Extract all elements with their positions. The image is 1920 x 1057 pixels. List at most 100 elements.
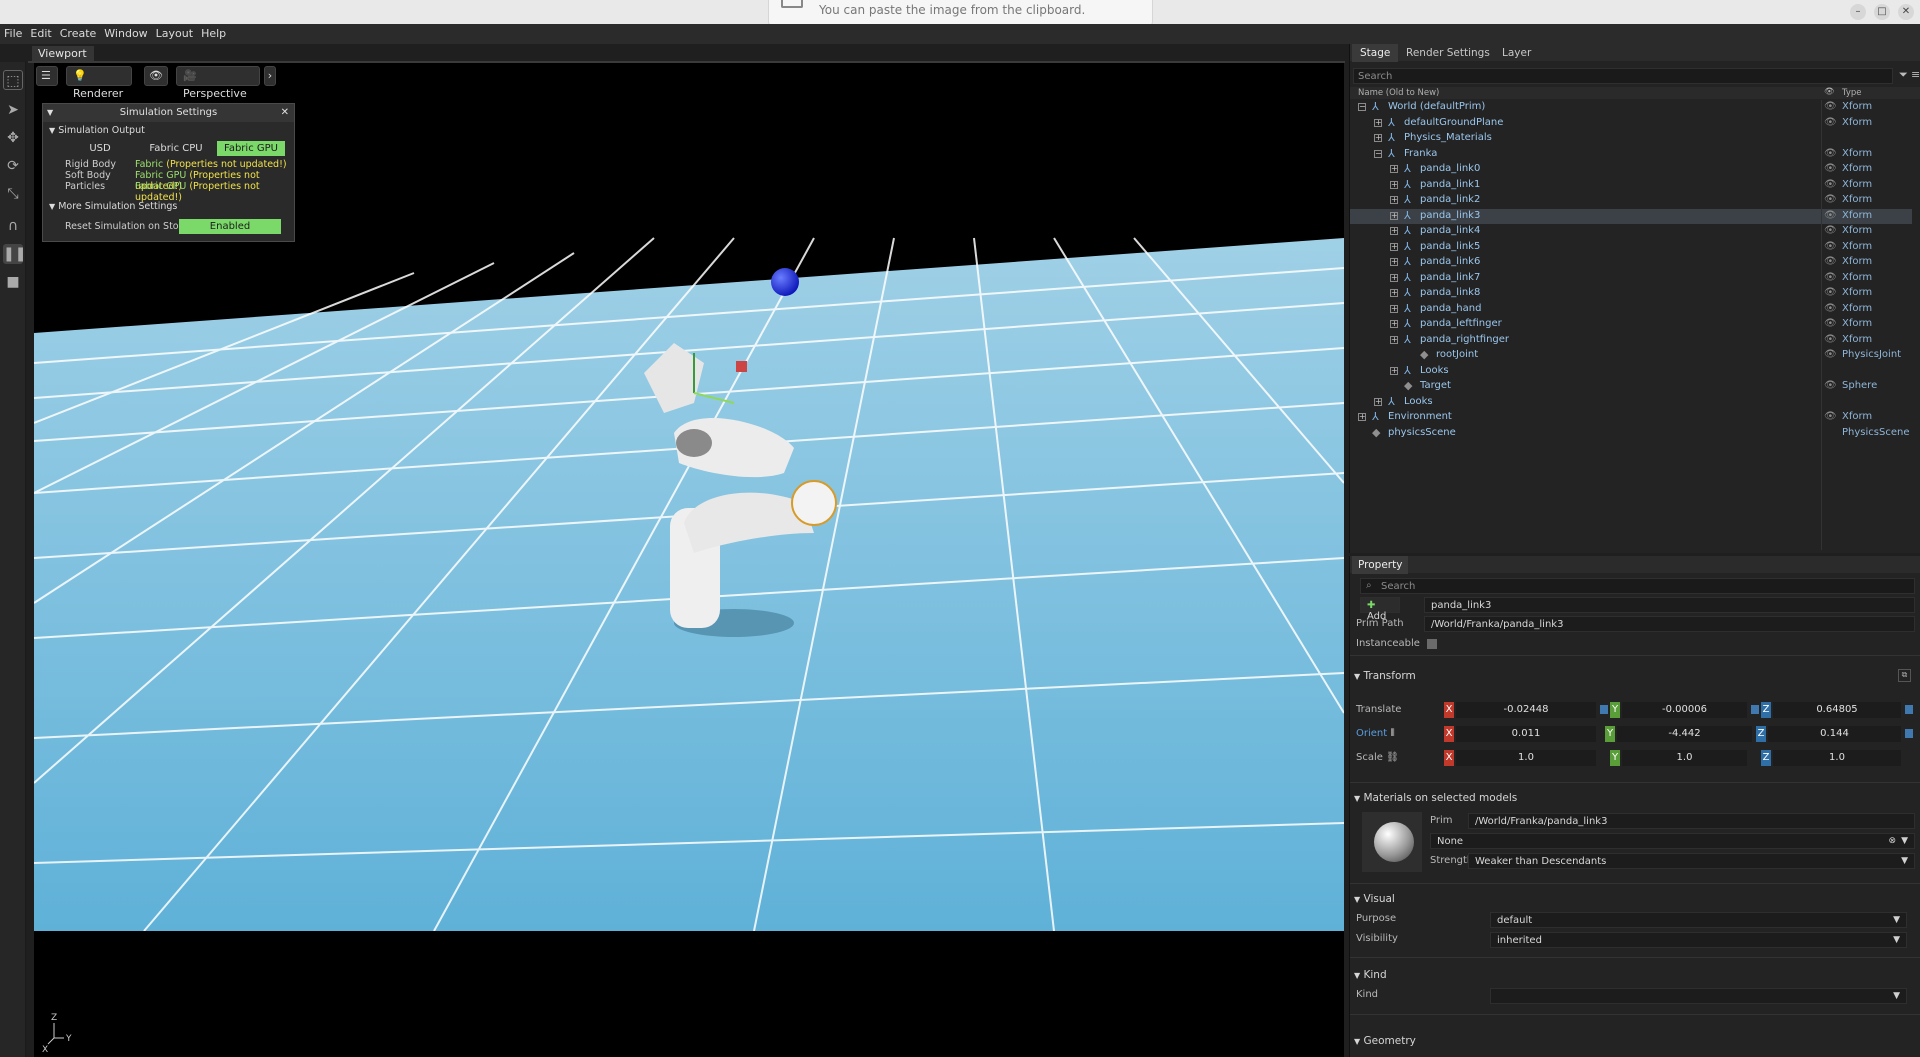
visibility-eye-icon[interactable]: 👁 <box>1824 241 1837 252</box>
stage-tree-row[interactable]: − ⅄ Franka 👁 Xform <box>1350 147 1912 163</box>
prim-name-field[interactable]: panda_link3 <box>1424 597 1915 613</box>
stage-tree-row[interactable]: + ⅄ Looks <box>1350 395 1912 411</box>
purpose-dropdown[interactable]: default ▼ <box>1490 912 1907 928</box>
menu-edit[interactable]: Edit <box>26 24 55 40</box>
collapse-triangle-icon[interactable]: ▼ <box>47 104 53 122</box>
menu-window[interactable]: Window <box>100 24 151 40</box>
settings-sliders-icon[interactable]: ☰ <box>36 66 58 86</box>
expand-icon[interactable]: + <box>1390 165 1398 173</box>
mode-fabric-cpu-toggle[interactable]: Fabric CPU <box>141 141 211 156</box>
menu-help[interactable]: Help <box>197 24 230 40</box>
scale-icon[interactable]: ⤡ <box>3 184 23 204</box>
expand-icon[interactable]: + <box>1390 304 1398 313</box>
more-sim-section[interactable]: ▼ More Simulation Settings <box>49 201 177 212</box>
scale-x-field[interactable]: 1.0 <box>1456 750 1596 766</box>
stage-tree-row[interactable]: + ⅄ panda_link6 👁 Xform <box>1350 255 1912 271</box>
transform-section[interactable]: ▼ Transform <box>1354 670 1416 682</box>
expand-icon[interactable]: + <box>1390 196 1398 204</box>
visibility-dropdown[interactable]: inherited ▼ <box>1490 932 1907 948</box>
snap-icon[interactable]: ∩ <box>3 216 23 236</box>
visibility-eye-icon[interactable]: 👁 <box>1824 318 1837 329</box>
stage-tree-row[interactable]: + ⅄ panda_link8 👁 Xform <box>1350 286 1912 302</box>
orient-z-field[interactable]: 0.144 <box>1768 726 1901 742</box>
expand-icon[interactable]: + <box>1390 242 1398 251</box>
orient-x-field[interactable]: 0.011 <box>1456 726 1596 742</box>
key-icon[interactable] <box>1600 705 1608 714</box>
visibility-eye-icon[interactable]: 👁 <box>1824 303 1837 314</box>
scale-z-field[interactable]: 1.0 <box>1773 750 1901 766</box>
col-type[interactable]: Type <box>1842 88 1862 98</box>
expand-icon[interactable]: + <box>1390 273 1398 282</box>
translate-z-field[interactable]: 0.64805 <box>1773 702 1901 718</box>
expand-icon[interactable]: + <box>1390 335 1398 344</box>
visibility-eye-icon[interactable]: 👁 <box>1824 380 1837 391</box>
col-name[interactable]: Name (Old to New) <box>1358 88 1439 98</box>
stage-tree-row[interactable]: + ⅄ Physics_Materials <box>1350 131 1912 147</box>
stage-tree-row[interactable]: ◆ rootJoint 👁 PhysicsJoint <box>1350 348 1912 364</box>
visibility-eye-icon[interactable]: 👁 <box>1824 163 1837 174</box>
stage-tree-row[interactable]: + ⅄ panda_hand 👁 Xform <box>1350 302 1912 318</box>
property-search-input[interactable]: ⌕ Search <box>1360 578 1915 594</box>
stage-tree-row[interactable]: ◆ physicsScene PhysicsScene <box>1350 426 1912 442</box>
sim-output-section[interactable]: ▼ Simulation Output <box>49 125 145 136</box>
expand-icon[interactable]: + <box>1390 258 1398 266</box>
stage-tree-row[interactable]: + ⅄ defaultGroundPlane 👁 Xform <box>1350 116 1912 132</box>
expand-icon[interactable]: + <box>1374 134 1382 142</box>
material-dropdown[interactable]: None ⊗ ▼ <box>1430 833 1915 849</box>
geometry-section[interactable]: ▼ Geometry <box>1354 1035 1416 1047</box>
eye-icon[interactable]: 👁 <box>144 66 168 86</box>
stage-tree-row[interactable]: + ⅄ panda_link3 👁 Xform <box>1350 208 1912 224</box>
viewport-tab[interactable]: Viewport <box>32 46 94 62</box>
visibility-eye-icon[interactable]: 👁 <box>1824 287 1837 298</box>
close-icon[interactable]: ✕ <box>281 104 289 122</box>
visibility-eye-icon[interactable]: 👁 <box>1824 210 1837 221</box>
tab-stage[interactable]: Stage <box>1352 44 1399 62</box>
stop-icon[interactable]: ■ <box>3 272 23 292</box>
clear-icon[interactable]: ⊗ <box>1888 836 1896 847</box>
stage-tree-row[interactable]: + ⅄ Environment 👁 Xform <box>1350 410 1912 426</box>
collapse-icon[interactable]: − <box>1358 103 1366 111</box>
minimize-button[interactable]: – <box>1850 4 1866 20</box>
expand-icon[interactable]: + <box>1390 180 1398 189</box>
expand-icon[interactable]: + <box>1390 227 1398 235</box>
visibility-eye-icon[interactable]: 👁 <box>1824 148 1837 159</box>
tab-layer[interactable]: Layer <box>1502 47 1531 59</box>
expand-icon[interactable]: + <box>1390 320 1398 328</box>
menu-file[interactable]: File <box>0 24 26 40</box>
add-button[interactable]: ✚ Add <box>1360 597 1400 622</box>
mode-fabric-gpu-toggle[interactable]: Fabric GPU <box>217 141 285 156</box>
orient-label[interactable]: Orient ⦀ <box>1356 728 1395 739</box>
expand-icon[interactable]: + <box>1374 397 1382 406</box>
visibility-eye-icon[interactable]: 👁 <box>1824 179 1837 190</box>
key-icon[interactable] <box>1905 705 1913 714</box>
expand-icon[interactable]: + <box>1390 366 1398 375</box>
menu-layout[interactable]: Layout <box>152 24 197 40</box>
pointer-icon[interactable]: ➤ <box>3 100 23 120</box>
menu-create[interactable]: Create <box>56 24 101 40</box>
translate-x-field[interactable]: -0.02448 <box>1456 702 1596 718</box>
stage-tree-row[interactable]: + ⅄ Looks <box>1350 364 1912 380</box>
maximize-button[interactable]: □ <box>1874 4 1890 20</box>
stage-tree-row[interactable]: + ⅄ panda_link5 👁 Xform <box>1350 240 1912 256</box>
stage-tree-row[interactable]: + ⅄ panda_rightfinger 👁 Xform <box>1350 333 1912 349</box>
translate-y-field[interactable]: -0.00006 <box>1622 702 1747 718</box>
visibility-eye-icon[interactable]: 👁 <box>1824 272 1837 283</box>
options-menu-icon[interactable]: ≡ <box>1911 68 1920 81</box>
kind-section[interactable]: ▼ Kind <box>1354 969 1387 981</box>
reset-sim-toggle[interactable]: Enabled <box>179 219 281 234</box>
transform-options-icon[interactable]: ⧉ <box>1898 669 1911 682</box>
stage-tree-row[interactable]: + ⅄ panda_link2 👁 Xform <box>1350 193 1912 209</box>
expand-icon[interactable]: + <box>1358 413 1366 421</box>
tab-property[interactable]: Property <box>1352 556 1409 574</box>
rotate-icon[interactable]: ⟳ <box>3 156 23 176</box>
expand-icon[interactable]: + <box>1390 211 1398 220</box>
select-mode-icon[interactable]: ⬚ <box>3 70 23 90</box>
visibility-eye-icon[interactable]: 👁 <box>1824 225 1837 236</box>
collapse-icon[interactable]: − <box>1374 149 1382 158</box>
camera-button[interactable]: 🎥 Perspective <box>176 66 260 100</box>
expand-icon[interactable]: + <box>1390 289 1398 297</box>
visibility-eye-icon[interactable]: 👁 <box>1824 256 1837 267</box>
visibility-eye-icon[interactable]: 👁 <box>1824 101 1837 112</box>
visibility-eye-icon[interactable]: 👁 <box>1824 411 1837 422</box>
stage-tree-row[interactable]: + ⅄ panda_link7 👁 Xform <box>1350 271 1912 287</box>
